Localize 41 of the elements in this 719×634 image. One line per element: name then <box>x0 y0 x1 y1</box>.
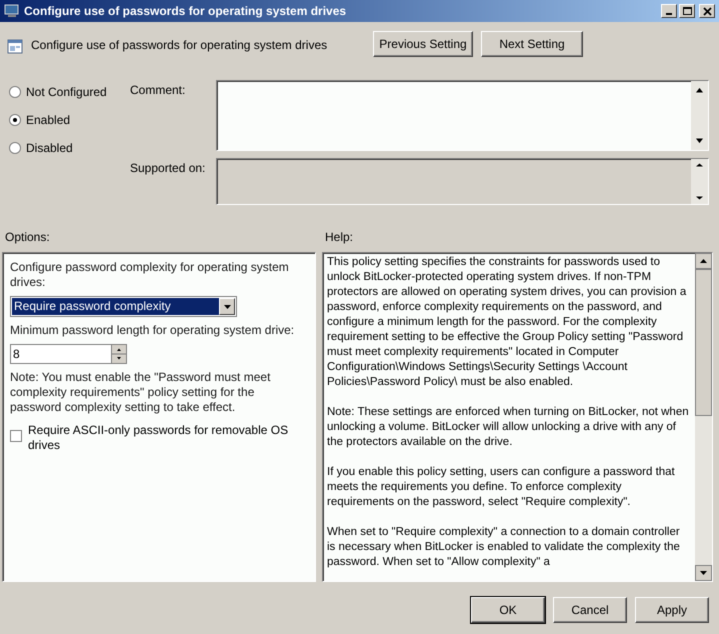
computer-icon <box>4 3 20 19</box>
policy-icon <box>7 38 23 54</box>
help-label: Help: <box>325 229 354 246</box>
previous-setting-button[interactable]: Previous Setting <box>373 31 473 57</box>
ok-button[interactable]: OK <box>471 597 545 623</box>
radio-option[interactable]: Not Configured <box>9 84 130 99</box>
scrollbar-drawing <box>691 159 708 204</box>
scrollbar-drawing <box>691 81 708 150</box>
minimize-icon <box>666 13 672 15</box>
help-paragraph: This policy setting specifies the constraints for passwords used to unlock BitLocker-protected operating system drives. If non-TPM protectors are allowed on operating system drives, you can provision a password, enforce complexity requirements on the password, and configure a minimum length for the password. For the complexity requirement setting to be effective the Group Policy setting "Password must meet complexity requirements" located in Computer Configuration\Windows Settings\Security Settings \Account Policies\Password Policy\ must be also enabled. <box>327 255 688 390</box>
comment-field[interactable] <box>216 80 709 151</box>
radio-option[interactable]: Enabled <box>9 112 130 127</box>
next-setting-button[interactable]: Next Setting <box>481 31 583 57</box>
setting-title: Configure use of passwords for operating system drives <box>31 38 328 52</box>
checkbox[interactable] <box>10 430 22 442</box>
close-icon <box>702 6 712 16</box>
apply-button[interactable]: Apply <box>635 597 709 623</box>
help-paragraph: Note: These settings are enforced when turning on BitLocker, not when unlocking a volume. BitLocker will allow unlocking a drive with any of the protectors available on the drive. <box>327 405 690 450</box>
help-paragraph: When set to "Require complexity" a connection to a domain controller is necessary when BitLocker is enabled to validate the complexity the password. When set to "Allow complexity" a <box>327 525 681 570</box>
scrollbar-drawing[interactable] <box>695 253 712 581</box>
maximize-icon <box>682 7 692 15</box>
length-spinner[interactable]: 8 <box>10 344 127 364</box>
maximize-button[interactable] <box>679 4 695 18</box>
radio-button[interactable] <box>9 86 21 98</box>
dropdown-arrow-icon <box>224 304 230 308</box>
window-title: Configure use of passwords for operating system drives <box>24 3 348 20</box>
help-paragraph: If you enable this policy setting, users can configure a password that meets the requirements you define. To enforce complexity requirements on the password, select "Require complexity". <box>327 465 676 510</box>
ascii-checkbox-option[interactable]: Require ASCII-only passwords for removable OS drives <box>10 423 308 453</box>
minimize-button[interactable] <box>661 4 677 18</box>
close-button[interactable] <box>699 4 715 18</box>
option-text: Configure password complexity for operating system drives: <box>10 260 290 290</box>
comment-label: Comment: <box>130 82 186 99</box>
complexity-dropdown[interactable]: Require password complexity <box>10 296 237 317</box>
cancel-button[interactable]: Cancel <box>553 597 627 623</box>
radio-button[interactable] <box>9 114 21 126</box>
radio-option[interactable]: Disabled <box>9 140 130 155</box>
radio-button[interactable] <box>9 142 21 154</box>
option-text: Note: You must enable the "Password must meet complexity requirements" policy setting for the password complexity setting to take effect. <box>10 370 272 415</box>
supported-on-label: Supported on: <box>130 160 206 177</box>
options-label: Options: <box>4 229 51 246</box>
option-text: Minimum password length for operating system drive: <box>10 323 296 338</box>
